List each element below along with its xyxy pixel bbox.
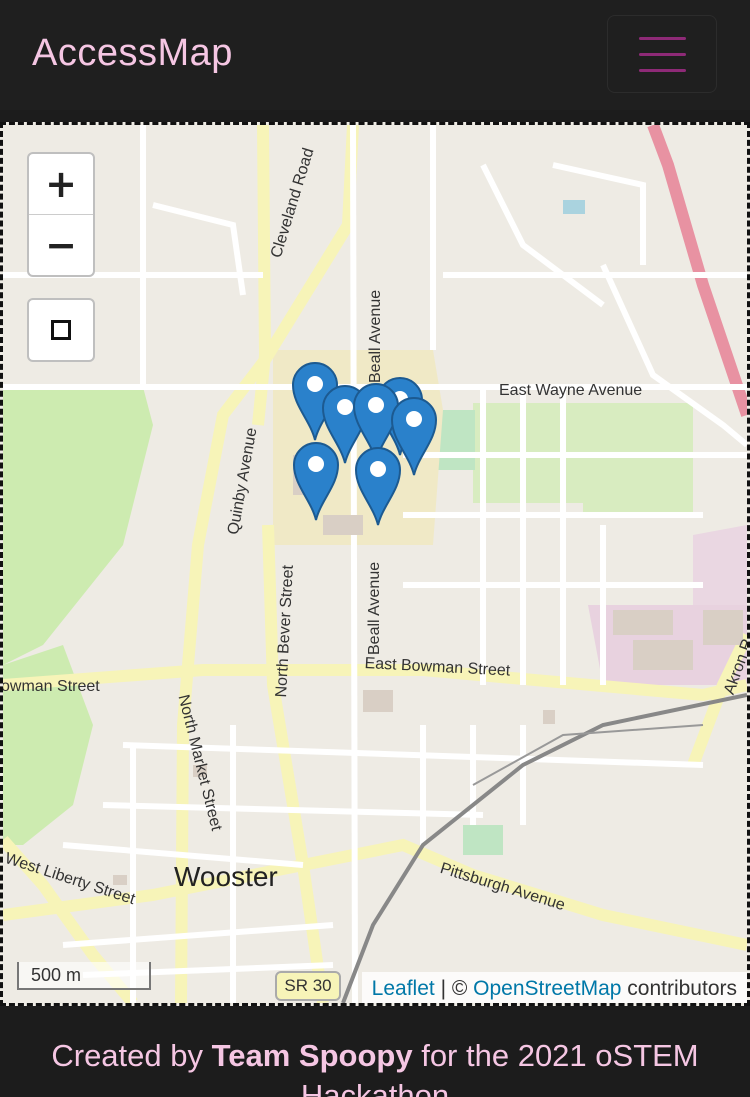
zoom-control: + − [27, 152, 95, 277]
hamburger-icon [639, 37, 686, 40]
street-label: East Wayne Avenue [499, 382, 643, 399]
menu-toggle-button[interactable] [607, 15, 717, 93]
leaflet-link[interactable]: Leaflet [372, 977, 435, 1000]
scale-bar: 500 m [17, 962, 151, 990]
attribution-separator: | © [434, 977, 474, 1000]
footer: Created by Team Spoopy for the 2021 oSTE… [0, 1008, 750, 1097]
locate-button[interactable] [27, 298, 95, 362]
navbar: AccessMap [0, 0, 750, 110]
attribution: Leaflet | © OpenStreetMap contributors [361, 972, 747, 1003]
location-marker-icon[interactable] [353, 445, 403, 532]
route-shield: SR 30 [275, 971, 341, 1001]
hamburger-icon-bar [639, 69, 686, 72]
footer-prefix: Created by [51, 1038, 212, 1073]
square-icon [51, 320, 71, 340]
osm-link[interactable]: OpenStreetMap [473, 977, 621, 1000]
brand-title[interactable]: AccessMap [32, 32, 233, 75]
city-label: Wooster [174, 861, 278, 892]
team-name: Team Spoopy [211, 1038, 413, 1073]
hamburger-icon-bar [639, 53, 686, 56]
footer-credit: Created by Team Spoopy for the 2021 oSTE… [0, 1008, 750, 1097]
zoom-in-button[interactable]: + [29, 154, 93, 214]
street-label: Beall Avenue [367, 289, 384, 383]
location-marker-icon[interactable] [291, 440, 341, 527]
zoom-out-button[interactable]: − [29, 214, 93, 275]
footer-line2: Hackathon [300, 1078, 450, 1097]
footer-suffix: for the 2021 oSTEM [412, 1038, 699, 1073]
map-view[interactable]: Cleveland Road Beall Avenue East Wayne A… [0, 122, 750, 1006]
attribution-suffix: contributors [621, 977, 737, 1000]
street-label: Beall Avenue [366, 561, 383, 655]
street-label: owman Street [1, 678, 100, 695]
